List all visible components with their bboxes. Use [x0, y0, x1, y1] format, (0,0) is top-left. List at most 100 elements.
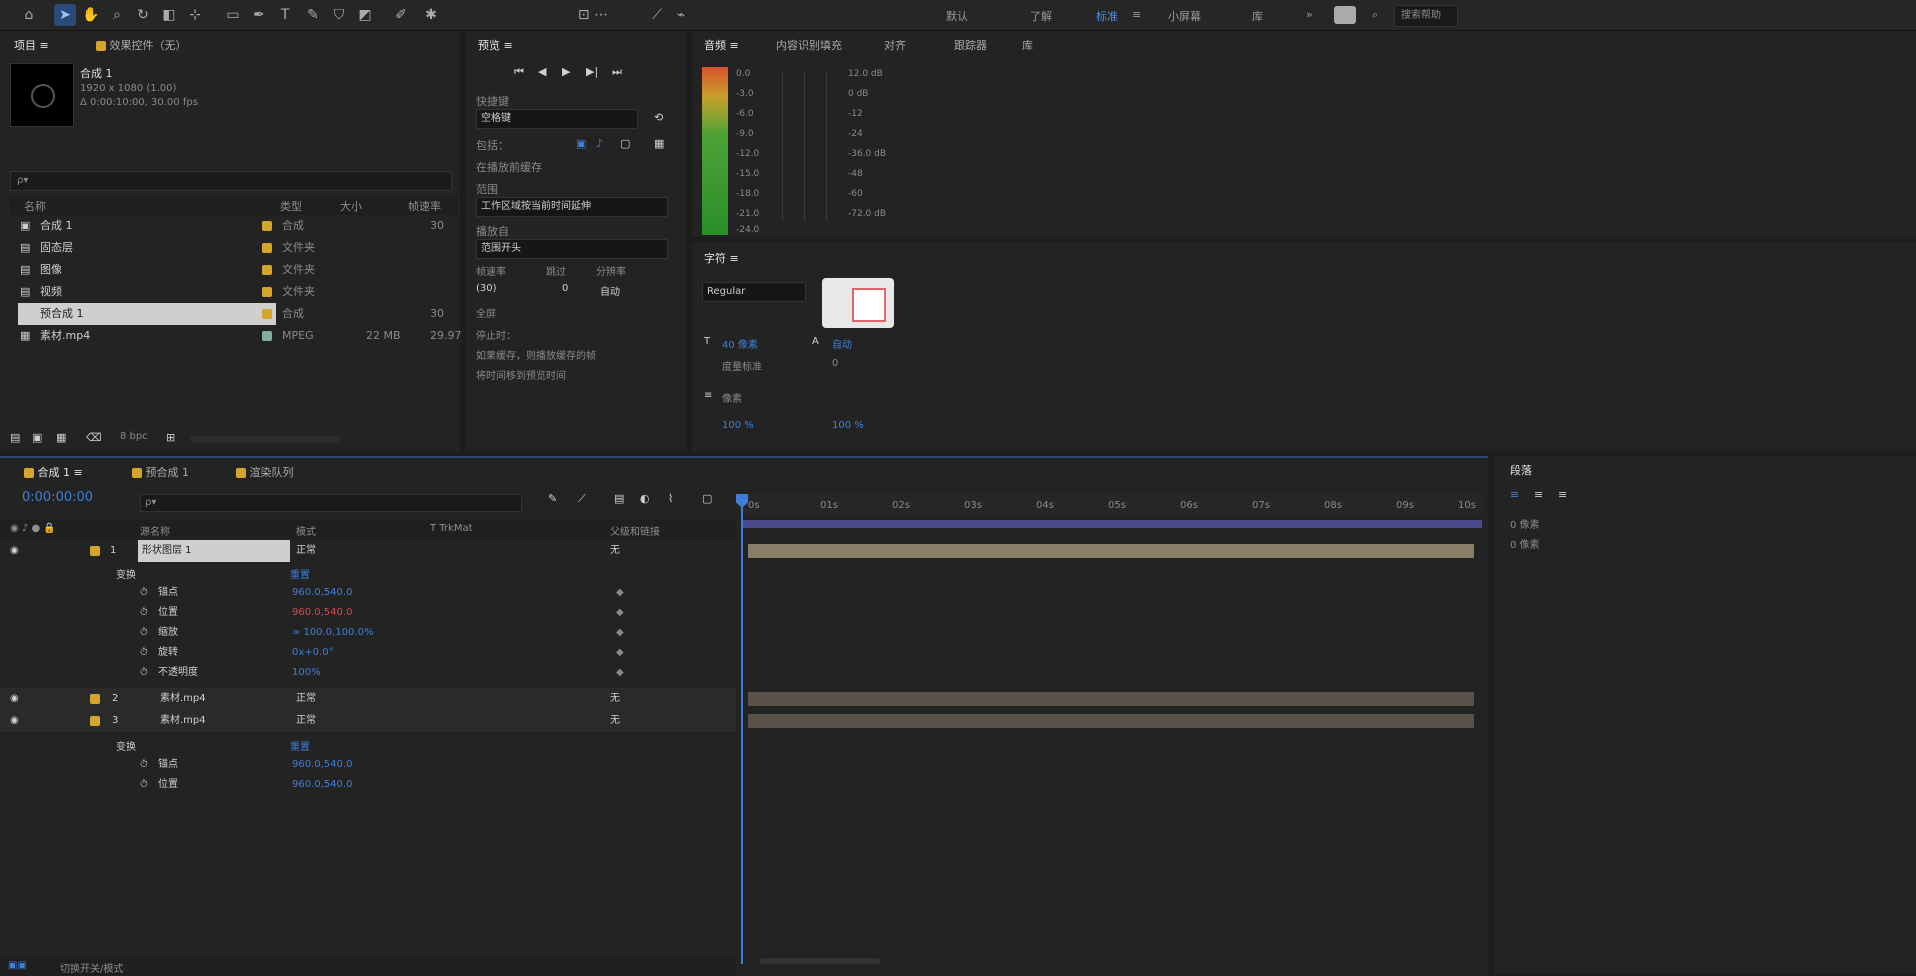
layer-duration-bar[interactable]: [748, 714, 1474, 728]
hand-tool-icon[interactable]: ✋: [80, 4, 102, 26]
position-value[interactable]: 960.0,540.0: [292, 602, 352, 624]
stopwatch-icon[interactable]: ⏱: [140, 602, 148, 624]
position-value[interactable]: 960.0,540.0: [292, 774, 352, 796]
include-video-icon[interactable]: ▣: [576, 137, 586, 150]
pan-behind-tool-icon[interactable]: ⊹: [184, 4, 206, 26]
layer-name[interactable]: 形状图层 1: [138, 540, 290, 562]
layer-duration-bar[interactable]: [748, 544, 1474, 558]
stopwatch-icon[interactable]: ⏱: [140, 662, 148, 684]
tab-effect-controls[interactable]: 效果控件（无）: [96, 37, 187, 53]
align-icon[interactable]: ⟋: [646, 4, 668, 26]
label-color[interactable]: [262, 287, 272, 297]
resolution-value[interactable]: 自动: [600, 283, 620, 298]
rotation-value[interactable]: 0x+0.0°: [292, 642, 334, 664]
home-icon[interactable]: ⌂: [18, 4, 40, 26]
render-time-icon[interactable]: ▣▣: [8, 960, 27, 971]
stopwatch-icon[interactable]: ⏱: [140, 774, 148, 796]
layer-parent[interactable]: 无: [610, 688, 620, 710]
workspace-small-screen[interactable]: 小屏幕: [1168, 8, 1201, 24]
label-color[interactable]: [262, 265, 272, 275]
work-area-bar[interactable]: [742, 520, 1482, 528]
col-size[interactable]: 大小: [340, 198, 362, 214]
camera-tool-icon[interactable]: ◧: [158, 4, 180, 26]
stopwatch-icon[interactable]: ⏱: [140, 642, 148, 664]
layer-label-color[interactable]: [90, 694, 100, 704]
project-item[interactable]: ▦ 素材.mp4 MPEG 22 MB 29.97: [10, 325, 462, 347]
label-color[interactable]: [262, 243, 272, 253]
current-timecode[interactable]: 0:00:00:00: [22, 490, 93, 505]
layer-parent[interactable]: 无: [610, 710, 620, 732]
project-item[interactable]: ▤ 图像 文件夹: [10, 259, 458, 281]
indent-left-value[interactable]: 0 像素: [1510, 516, 1540, 531]
anchor-point-value[interactable]: 960.0,540.0: [292, 754, 352, 776]
property-row[interactable]: ⏱ 锚点 960.0,540.0: [0, 754, 736, 776]
stopwatch-icon[interactable]: ⏱: [140, 754, 148, 776]
thumbnail-zoom-slider[interactable]: [190, 436, 340, 442]
frame-rate-value[interactable]: (30): [476, 283, 497, 294]
label-color[interactable]: [262, 331, 272, 341]
font-size-value[interactable]: 40 像素: [722, 336, 758, 351]
layer-label-color[interactable]: [90, 546, 100, 556]
prev-frame-icon[interactable]: ◀: [538, 65, 546, 78]
property-row[interactable]: ⏱ 旋转 0x+0.0° ◆: [0, 642, 736, 664]
vertical-scale-value[interactable]: 100 %: [722, 420, 754, 431]
graph-editor-icon[interactable]: ⌇: [668, 492, 673, 505]
col-source-name[interactable]: 源名称: [140, 523, 170, 538]
time-ruler[interactable]: 0s 01s 02s 03s 04s 05s 06s 07s 08s 09s 1…: [742, 494, 1482, 514]
brush-tool-icon[interactable]: ✎: [302, 4, 324, 26]
font-style-select[interactable]: Regular: [702, 282, 806, 302]
project-item[interactable]: ▤ 视频 文件夹: [10, 281, 458, 303]
project-item[interactable]: 预合成 1 合成 30: [10, 303, 458, 325]
project-item[interactable]: ▣ 合成 1 合成 30: [10, 215, 458, 237]
workspace-learn[interactable]: 了解: [1030, 8, 1052, 24]
property-row[interactable]: ⏱ 位置 960.0,540.0: [0, 774, 736, 796]
stroke-width-value[interactable]: 像素: [722, 390, 742, 405]
keyframe-nav[interactable]: ◆: [616, 622, 624, 644]
include-audio-icon[interactable]: ♪: [596, 137, 603, 150]
col-name[interactable]: 名称: [24, 198, 46, 214]
align-right-icon[interactable]: ≡: [1558, 488, 1567, 501]
label-color[interactable]: [262, 221, 272, 231]
flowchart-icon[interactable]: ⊞: [166, 431, 175, 444]
layer-mode[interactable]: 正常: [296, 688, 316, 710]
color-swatch-picker[interactable]: [822, 278, 894, 328]
current-time-indicator[interactable]: [741, 494, 743, 964]
roto-icon[interactable]: ⌁: [670, 4, 692, 26]
new-comp-icon[interactable]: ▦: [56, 431, 66, 444]
keyframe-nav[interactable]: ◆: [616, 602, 624, 624]
layer-parent[interactable]: 无: [610, 540, 620, 562]
layer-name[interactable]: 素材.mp4: [160, 710, 206, 732]
zoom-tool-icon[interactable]: ⌕: [106, 4, 128, 26]
col-type[interactable]: 类型: [280, 198, 302, 214]
leading-value[interactable]: 自动: [832, 336, 852, 351]
keyframe-nav[interactable]: ◆: [616, 582, 624, 604]
layer-visibility-icon[interactable]: ◉: [10, 688, 19, 710]
layer-mode[interactable]: 正常: [296, 540, 316, 562]
rotate-tool-icon[interactable]: ↻: [132, 4, 154, 26]
transform-group[interactable]: 变换: [116, 566, 136, 581]
align-left-icon[interactable]: ≡: [1510, 488, 1519, 501]
col-parent[interactable]: 父级和链接: [610, 523, 660, 538]
tab-audio[interactable]: 音频 ≡: [704, 37, 739, 53]
keyframe-nav[interactable]: ◆: [616, 642, 624, 664]
tab-character[interactable]: 字符 ≡: [704, 250, 739, 266]
transform-reset[interactable]: 重置: [290, 566, 310, 581]
tab-render-queue[interactable]: 渲染队列: [236, 464, 294, 480]
workspace-standard[interactable]: 标准: [1096, 8, 1118, 24]
tab-align[interactable]: 对齐: [884, 37, 906, 53]
align-center-icon[interactable]: ≡: [1534, 488, 1543, 501]
bpc-label[interactable]: 8 bpc: [120, 431, 148, 442]
skip-value[interactable]: 0: [562, 283, 568, 294]
shy-icon[interactable]: ⟋: [578, 492, 586, 506]
col-trkmat[interactable]: T TrkMat: [430, 523, 473, 534]
menu-icon[interactable]: ≡: [1132, 8, 1141, 21]
label-color[interactable]: [262, 309, 272, 319]
shortcut-select[interactable]: 空格键: [476, 109, 638, 129]
kerning-value[interactable]: 度量标准: [722, 358, 762, 373]
tab-project[interactable]: 项目 ≡: [14, 37, 49, 53]
property-row[interactable]: ⏱ 不透明度 100% ◆: [0, 662, 736, 684]
first-frame-icon[interactable]: ⏮: [514, 65, 524, 79]
play-icon[interactable]: ▶: [562, 65, 570, 78]
tab-preview[interactable]: 预览 ≡: [478, 37, 513, 53]
move-time-checkbox[interactable]: 将时间移到预览时间: [476, 367, 566, 382]
